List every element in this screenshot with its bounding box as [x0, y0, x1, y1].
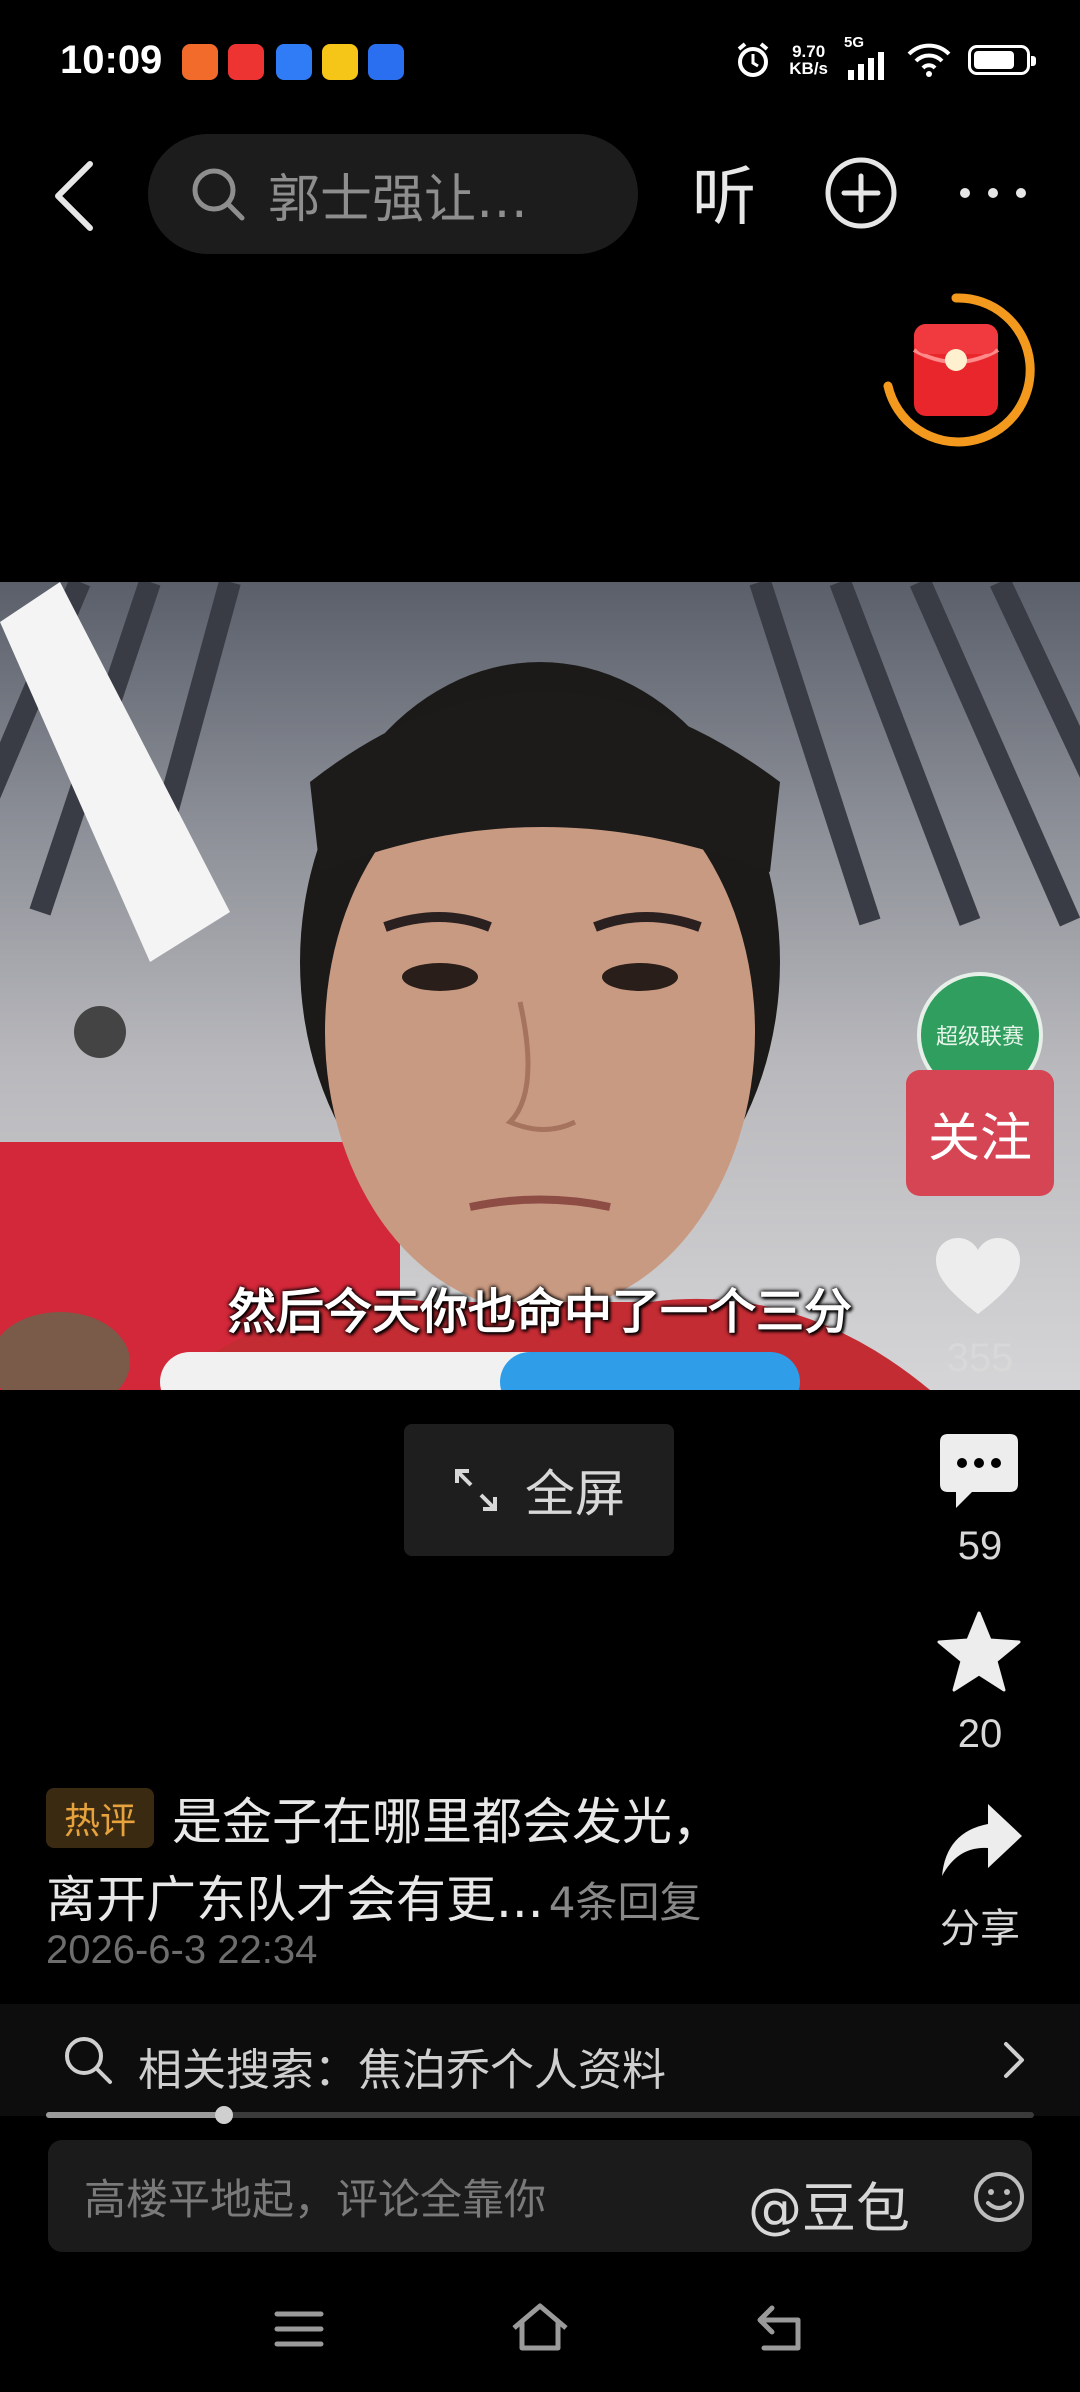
more-options-icon[interactable]: [958, 186, 1028, 200]
reply-count[interactable]: 4条回复: [549, 1878, 702, 1927]
hot-comment-line2: 离开广东队才会有更...: [46, 1871, 544, 1929]
comment-bubble-icon[interactable]: [938, 1432, 1020, 1512]
related-search-text: 相关搜索：焦泊乔个人资料: [138, 2045, 666, 2096]
status-icons: 9.70 KB/s 5G: [733, 34, 1036, 80]
listen-button[interactable]: 听: [692, 146, 756, 238]
app-notification-icon: [276, 44, 312, 80]
battery-icon: [968, 45, 1036, 75]
like-heart-icon[interactable]: [934, 1236, 1022, 1318]
baidu-notification-icon: [368, 44, 404, 80]
net-speed: 9.70 KB/s: [789, 42, 828, 78]
hot-comment-line1[interactable]: 是金子在哪里都会发光，: [172, 1782, 722, 1854]
menu-nav-icon[interactable]: [274, 2310, 324, 2348]
cellular-signal-icon: 5G: [844, 34, 890, 80]
app-notification-icon: [182, 44, 218, 80]
favorite-star-icon[interactable]: [936, 1610, 1022, 1694]
video-frame: [0, 582, 1080, 1390]
add-circle-icon[interactable]: [824, 156, 898, 230]
expand-icon: [455, 1469, 497, 1511]
back-nav-icon[interactable]: [754, 2304, 806, 2352]
share-arrow-icon[interactable]: [938, 1800, 1024, 1880]
fullscreen-button[interactable]: 全屏: [404, 1424, 674, 1556]
toutiao-notification-icon: [228, 44, 264, 80]
weibo-notification-icon: [322, 44, 358, 80]
back-arrow-icon[interactable]: [50, 160, 96, 232]
hot-comment-line2-row[interactable]: 离开广东队才会有更... 4条回复: [46, 1860, 702, 1932]
like-count: 355: [946, 1336, 1014, 1380]
fullscreen-label: 全屏: [525, 1465, 625, 1523]
video-subtitle: 然后今天你也命中了一个三分: [227, 1284, 852, 1340]
search-bar[interactable]: 郭士强让…: [148, 134, 638, 254]
favorite-count: 20: [957, 1712, 1003, 1756]
emoji-icon[interactable]: [972, 2170, 1026, 2224]
search-icon: [65, 2037, 112, 2084]
comment-placeholder: 高楼平地起，评论全靠你: [84, 2174, 547, 2224]
video-player[interactable]: 然后今天你也命中了一个三分: [0, 582, 1080, 1390]
comment-count: 59: [957, 1524, 1003, 1568]
chevron-right-icon[interactable]: [1002, 2040, 1026, 2080]
red-packet-icon: [883, 293, 1035, 447]
red-packet-widget[interactable]: [876, 290, 1036, 450]
search-icon: [192, 168, 245, 221]
follow-button[interactable]: 关注: [906, 1070, 1054, 1196]
comment-date: 2026-6-3 22:34: [46, 1928, 318, 1972]
video-progress-fill: [46, 2112, 224, 2118]
alarm-icon: [737, 42, 769, 77]
share-label[interactable]: 分享: [910, 1896, 1050, 1954]
at-doubao-button[interactable]: @豆包: [748, 2164, 910, 2243]
search-query: 郭士强让…: [268, 169, 529, 230]
wifi-icon: [907, 43, 951, 77]
video-progress-handle[interactable]: [215, 2106, 233, 2124]
hot-comment-badge: 热评: [46, 1788, 154, 1848]
status-time: 10:09: [60, 38, 163, 82]
home-nav-icon[interactable]: [510, 2302, 570, 2352]
